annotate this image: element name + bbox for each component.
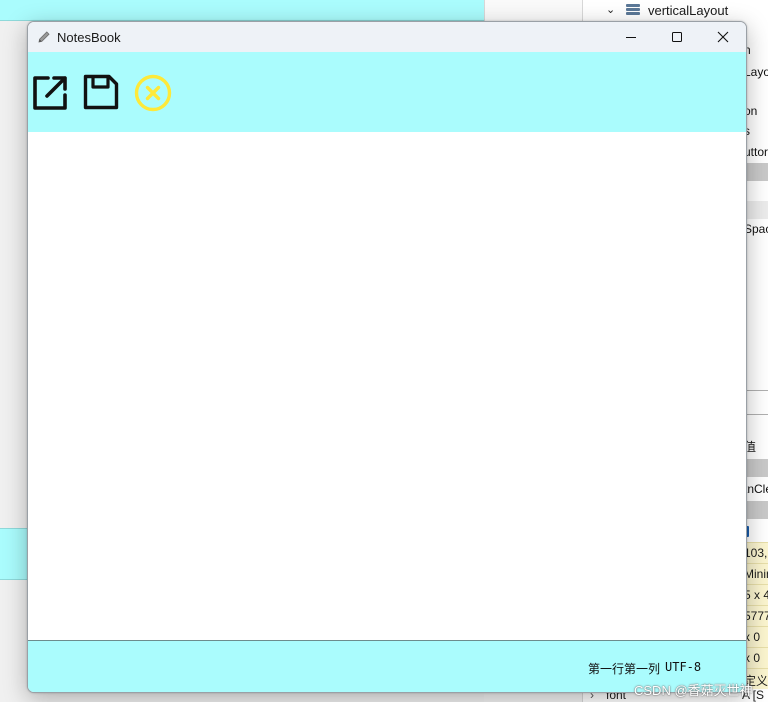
inspector-fragment: on — [744, 104, 758, 118]
close-icon — [717, 31, 729, 43]
inspector-separator — [744, 414, 768, 415]
open-button[interactable] — [30, 72, 70, 112]
designer-splitter-area — [484, 0, 583, 22]
inspector-fragment: x 0 — [744, 626, 768, 647]
minimize-button[interactable] — [608, 22, 654, 52]
chevron-down-icon[interactable]: ⌄ — [606, 3, 615, 16]
inspector-row-highlight — [744, 163, 768, 181]
inspector-fragment: Layo — [744, 65, 768, 79]
designer-form-toolbar-preview — [0, 0, 484, 21]
inspector-separator — [744, 390, 768, 391]
inspector-fragment: 5777 — [744, 605, 768, 626]
inspector-fragment: 5 x 4 — [744, 584, 768, 605]
tree-item-verticallayout[interactable]: ⌄ verticalLayout — [582, 0, 768, 22]
window-title: NotesBook — [57, 30, 121, 45]
title-bar[interactable]: NotesBook — [28, 22, 746, 52]
inspector-fragment: Minin — [744, 563, 768, 584]
close-file-button[interactable] — [132, 72, 172, 112]
save-floppy-icon — [83, 74, 119, 110]
inspector-row-highlight — [744, 501, 768, 519]
minimize-icon — [626, 37, 636, 38]
inspector-fragment: s — [744, 124, 750, 138]
close-window-button[interactable] — [700, 22, 746, 52]
inspector-fragment: uttor — [744, 145, 768, 159]
inspector-fragment: 值 — [744, 440, 757, 454]
save-button[interactable] — [81, 72, 121, 112]
inspector-fragment: x 0 — [744, 647, 768, 668]
vertical-layout-icon — [626, 3, 640, 17]
inspector-fragment: n — [744, 43, 751, 57]
open-external-icon — [33, 76, 67, 110]
inspector-row-shade — [744, 201, 768, 219]
circle-x-icon — [134, 74, 172, 112]
inspector-fragment: 103, — [744, 542, 768, 563]
text-editor[interactable] — [28, 132, 746, 640]
maximize-button[interactable] — [654, 22, 700, 52]
inspector-row-highlight — [744, 459, 768, 477]
pencil-icon — [36, 29, 52, 45]
cursor-position-label: 第一行第一列 — [588, 662, 661, 676]
toolbar — [28, 52, 746, 132]
inspector-fragment: tnCle — [744, 482, 768, 496]
tree-item-label: verticalLayout — [648, 3, 729, 18]
maximize-icon — [672, 32, 682, 42]
notesbook-window: NotesBook 第一行第一列 UTF-8 — [27, 21, 747, 693]
encoding-label: UTF-8 — [665, 660, 702, 674]
inspector-fragment: Spac — [744, 222, 768, 236]
watermark: CSDN @香菇灭世神 — [634, 683, 753, 698]
